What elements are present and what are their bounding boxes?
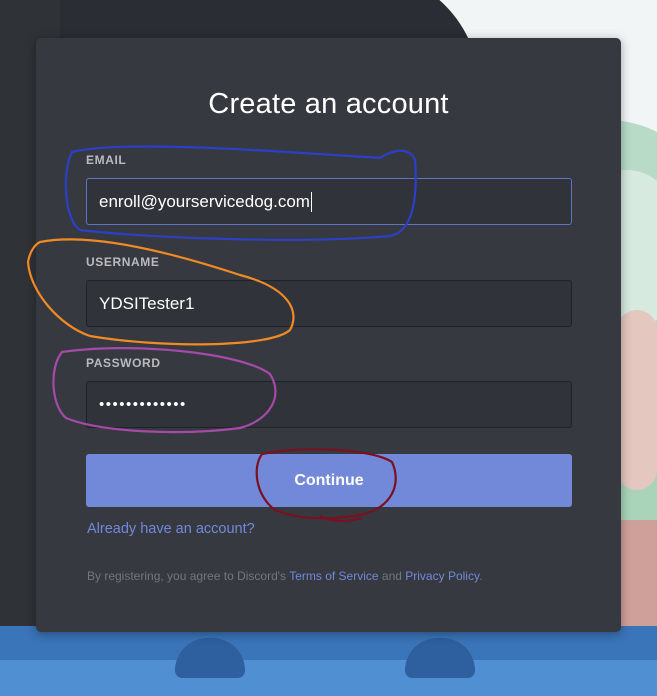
background-shape: [617, 310, 657, 490]
background-ground: [0, 660, 657, 696]
terms-and: and: [381, 569, 402, 583]
terms-suffix: .: [479, 569, 483, 583]
text-caret: [310, 191, 312, 212]
username-value: YDSITester1: [99, 293, 195, 313]
terms-text: By registering, you agree to Discord's T…: [87, 569, 482, 583]
username-label: USERNAME: [86, 255, 160, 269]
email-value: enroll@yourservicedog.com: [99, 191, 310, 211]
page-title: Create an account: [208, 88, 449, 120]
privacy-policy-link[interactable]: Privacy Policy: [405, 569, 479, 583]
register-card: Create an account EMAIL enroll@yourservi…: [36, 38, 621, 632]
login-link[interactable]: Already have an account?: [87, 521, 255, 537]
email-field[interactable]: enroll@yourservicedog.com: [86, 178, 572, 225]
terms-of-service-link[interactable]: Terms of Service: [289, 569, 378, 583]
terms-prefix: By registering, you agree to Discord's: [87, 569, 287, 583]
username-field[interactable]: YDSITester1: [86, 280, 572, 327]
password-value: •••••••••••••: [99, 396, 187, 413]
password-field[interactable]: •••••••••••••: [86, 381, 572, 428]
password-label: PASSWORD: [86, 356, 161, 370]
continue-button[interactable]: Continue: [86, 454, 572, 507]
email-label: EMAIL: [86, 153, 127, 167]
